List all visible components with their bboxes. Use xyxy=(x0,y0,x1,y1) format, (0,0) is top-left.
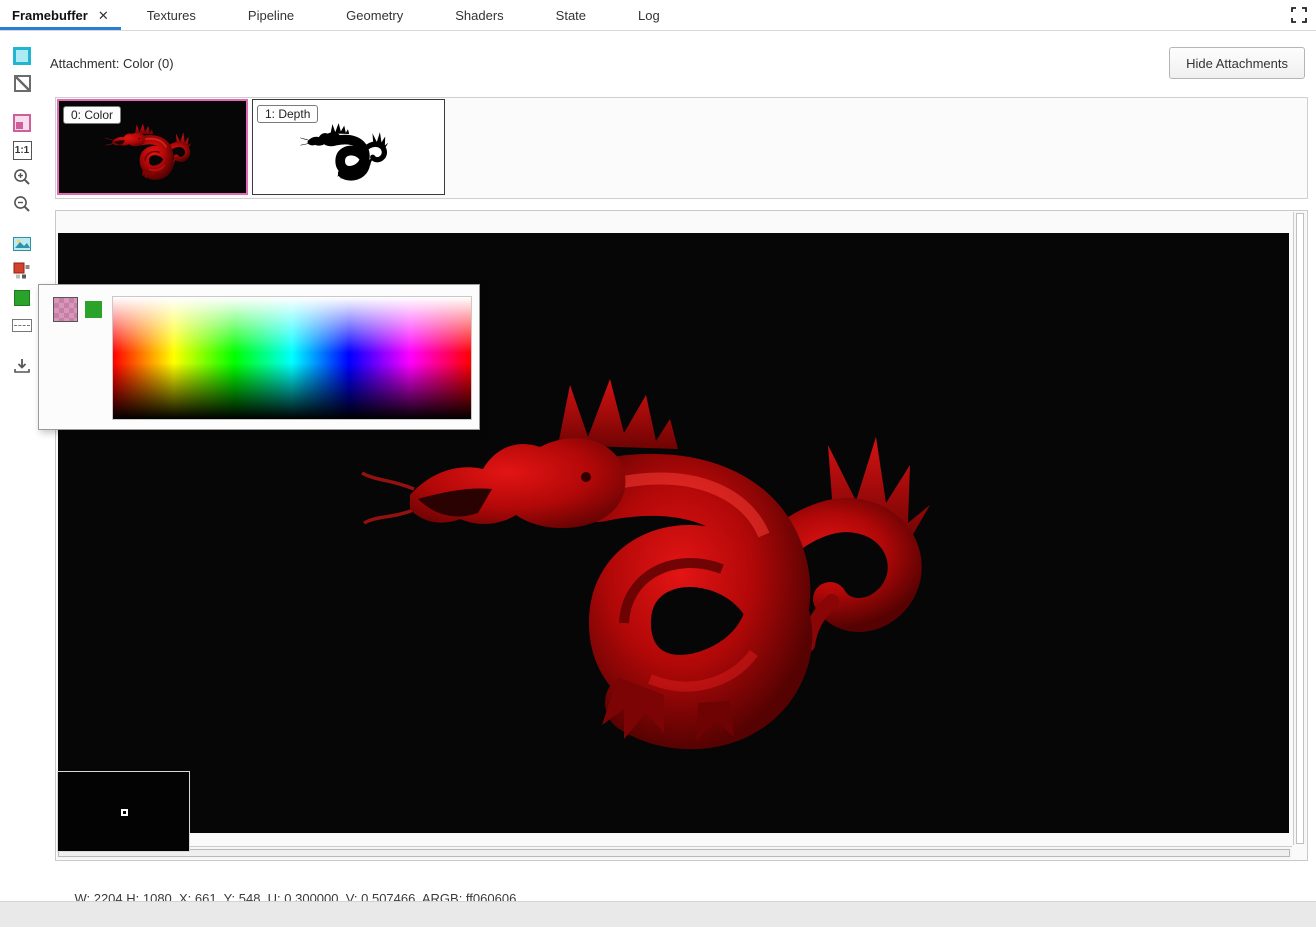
flatten-row-button[interactable] xyxy=(11,314,33,336)
tab-state[interactable]: State xyxy=(530,0,612,30)
green-square-icon xyxy=(14,290,30,306)
tab-log-label: Log xyxy=(638,8,660,23)
tab-bar: Framebuffer ✕ Textures Pipeline Geometry… xyxy=(0,0,1316,31)
attachment-thumb-color[interactable]: 0: Color xyxy=(57,99,248,195)
tab-state-label: State xyxy=(556,8,586,23)
color-swatch-green-button[interactable] xyxy=(11,287,33,309)
image-icon xyxy=(12,234,32,254)
color-swatch-cyan-button[interactable] xyxy=(11,45,33,67)
secondary-color-swatch[interactable] xyxy=(85,301,102,318)
tab-geometry[interactable]: Geometry xyxy=(320,0,429,30)
channels-icon xyxy=(12,261,32,281)
download-icon xyxy=(12,356,32,376)
attachment-thumb-depth[interactable]: 1: Depth xyxy=(252,99,445,195)
picked-pixel-marker xyxy=(121,809,128,816)
zoom-in-icon xyxy=(12,167,32,187)
hsv-gradient[interactable] xyxy=(112,296,472,420)
attachment-label: Attachment: Color (0) xyxy=(50,56,174,71)
tab-log[interactable]: Log xyxy=(612,0,686,30)
tab-framebuffer-label: Framebuffer xyxy=(12,8,88,23)
fullscreen-icon[interactable] xyxy=(1291,7,1307,23)
window-bottom-strip xyxy=(0,901,1316,927)
close-icon[interactable]: ✕ xyxy=(98,9,109,22)
fit-image-button[interactable] xyxy=(11,233,33,255)
attachments-strip: 0: Color 1: Depth xyxy=(55,97,1308,199)
horizontal-scrollbar-thumb[interactable] xyxy=(58,849,1290,857)
tab-textures-label: Textures xyxy=(147,8,196,23)
save-image-button[interactable] xyxy=(11,355,33,377)
tab-framebuffer[interactable]: Framebuffer ✕ xyxy=(0,0,121,30)
one-to-one-icon: 1:1 xyxy=(13,141,32,160)
color-picker-popup xyxy=(38,284,480,430)
zoom-out-icon xyxy=(12,194,32,214)
slash-square-icon xyxy=(14,75,31,92)
tab-shaders-label: Shaders xyxy=(455,8,503,23)
pink-square-icon xyxy=(13,114,31,132)
cyan-square-icon xyxy=(13,47,31,65)
tab-pipeline-label: Pipeline xyxy=(248,8,294,23)
hide-attachments-button[interactable]: Hide Attachments xyxy=(1169,47,1305,79)
tab-shaders[interactable]: Shaders xyxy=(429,0,529,30)
vertical-scrollbar[interactable] xyxy=(1293,212,1306,845)
tab-geometry-label: Geometry xyxy=(346,8,403,23)
attachment-chip-color: 0: Color xyxy=(63,106,121,124)
vertical-scrollbar-thumb[interactable] xyxy=(1296,213,1304,844)
tab-pipeline[interactable]: Pipeline xyxy=(222,0,320,30)
zoom-actual-button[interactable]: 1:1 xyxy=(11,139,33,161)
border-swatch-pink-button[interactable] xyxy=(11,112,33,134)
zoom-in-button[interactable] xyxy=(11,166,33,188)
alpha-background-button[interactable] xyxy=(11,72,33,94)
current-color-swatch[interactable] xyxy=(53,297,78,322)
tab-textures[interactable]: Textures xyxy=(121,0,222,30)
rows-icon xyxy=(12,319,32,332)
horizontal-scrollbar[interactable] xyxy=(57,846,1292,859)
attachment-chip-depth: 1: Depth xyxy=(257,105,318,123)
pixel-context-preview xyxy=(57,771,190,852)
zoom-out-button[interactable] xyxy=(11,193,33,215)
color-channels-button[interactable] xyxy=(11,260,33,282)
